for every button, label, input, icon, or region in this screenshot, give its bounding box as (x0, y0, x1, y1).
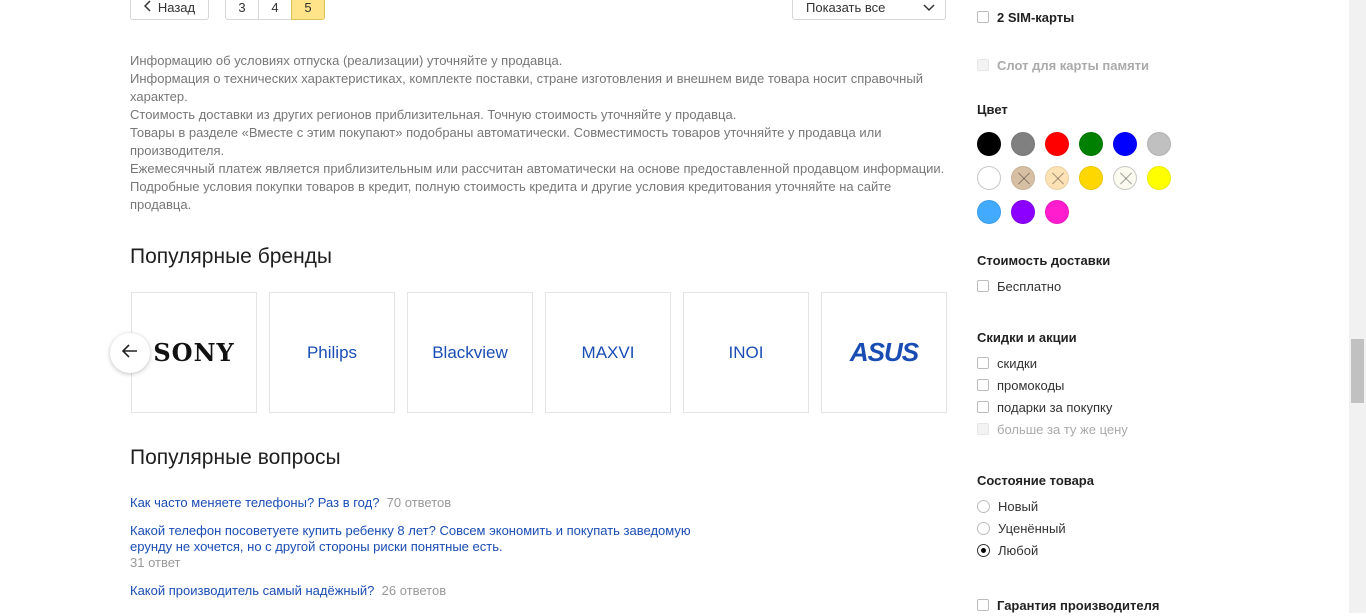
disclaimer-line: Ежемесячный платеж является приблизитель… (130, 161, 945, 176)
color-swatch[interactable] (1079, 166, 1103, 190)
questions-title: Популярные вопросы (130, 446, 341, 469)
radio[interactable] (977, 499, 990, 513)
show-all-dropdown[interactable]: Показать все (792, 0, 946, 20)
brand-card-philips[interactable]: Philips (269, 292, 395, 413)
condition-any-label: Любой (998, 542, 1039, 558)
brand-card-asus[interactable]: ASUS (821, 292, 947, 413)
chevron-left-icon (143, 0, 152, 15)
back-button-label: Назад (157, 0, 196, 15)
checkbox[interactable] (977, 401, 989, 413)
disclaimer-line: Информацию об условиях отпуска (реализац… (130, 53, 563, 68)
condition-title: Состояние товара (977, 473, 1094, 488)
disclaimer-line: Информация о технических характеристиках… (130, 71, 923, 104)
question-item: Какой производитель самый надёжный? 26 о… (130, 583, 730, 599)
question-link[interactable]: Какой телефон посоветуете купить ребенку… (130, 523, 710, 555)
brand-card-inoi[interactable]: INOI (683, 292, 809, 413)
disclaimer-line: Стоимость доставки из других регионов пр… (130, 107, 737, 122)
color-swatch[interactable] (1147, 166, 1171, 190)
brand-card-maxvi[interactable]: MAXVI (545, 292, 671, 413)
color-swatches (977, 132, 1187, 224)
filter-sim[interactable]: 2 SIM-карты (977, 6, 1074, 28)
color-swatch[interactable] (977, 132, 1001, 156)
color-swatch[interactable] (977, 200, 1001, 224)
color-swatch[interactable] (1045, 200, 1069, 224)
color-swatch[interactable] (1045, 132, 1069, 156)
checkbox (977, 423, 989, 435)
checkbox[interactable] (977, 379, 989, 391)
filter-free-delivery-label: Бесплатно (997, 278, 1062, 294)
filter-gifts-label: подарки за покупку (997, 399, 1113, 415)
color-swatch[interactable] (1011, 132, 1035, 156)
question-link[interactable]: Как часто меняете телефоны? Раз в год? (130, 495, 379, 510)
scrollbar-track[interactable] (1349, 0, 1366, 613)
page-5-button[interactable]: 5 (291, 0, 325, 20)
color-swatch[interactable] (1113, 166, 1137, 190)
color-swatch[interactable] (1079, 132, 1103, 156)
page-3-button[interactable]: 3 (225, 0, 259, 20)
filter-more-same-price: больше за ту же цену (977, 418, 1128, 440)
question-item: Какой телефон посоветуете купить ребенку… (130, 523, 710, 571)
arrow-left-icon (121, 343, 138, 363)
carousel-prev-button[interactable] (110, 333, 150, 373)
radio[interactable] (977, 521, 990, 535)
checkbox (977, 59, 989, 71)
filter-more-same-price-label: больше за ту же цену (997, 421, 1128, 437)
back-button[interactable]: Назад (130, 0, 209, 20)
condition-new[interactable]: Новый (977, 495, 1038, 517)
color-swatch[interactable] (1113, 132, 1137, 156)
filter-memory-slot: Слот для карты памяти (977, 54, 1149, 76)
brands-title: Популярные бренды (130, 245, 333, 268)
question-item: Как часто меняете телефоны? Раз в год? 7… (130, 495, 730, 511)
disclaimer-text: Информацию об условиях отпуска (реализац… (130, 52, 950, 214)
color-swatch[interactable] (1011, 200, 1035, 224)
disclaimer-line: Подробные условия покупки товаров в кред… (130, 179, 892, 212)
show-all-label: Показать все (806, 0, 886, 15)
filter-gifts[interactable]: подарки за покупку (977, 396, 1112, 418)
delivery-title: Стоимость доставки (977, 253, 1111, 268)
checkbox[interactable] (977, 280, 989, 292)
filter-warranty-label: Гарантия производителя (997, 597, 1160, 613)
condition-discounted[interactable]: Уценённый (977, 517, 1066, 539)
answer-count: 26 ответов (381, 583, 447, 598)
filter-discounts-label: скидки (997, 355, 1037, 371)
color-swatch[interactable] (1147, 132, 1171, 156)
answer-count: 70 ответов (386, 495, 452, 510)
radio-checked[interactable] (977, 543, 990, 557)
condition-discounted-label: Уценённый (998, 520, 1066, 536)
question-link[interactable]: Какой производитель самый надёжный? (130, 583, 374, 598)
answer-count: 31 ответ (130, 555, 181, 570)
condition-any[interactable]: Любой (977, 539, 1038, 561)
filter-discounts[interactable]: скидки (977, 352, 1037, 374)
scrollbar-thumb[interactable] (1351, 339, 1364, 403)
filter-promocodes-label: промокоды (997, 377, 1065, 393)
discounts-title: Скидки и акции (977, 330, 1077, 345)
disclaimer-line: Товары в разделе «Вместе с этим покупают… (130, 125, 882, 158)
color-swatch[interactable] (1011, 166, 1035, 190)
chevron-down-icon (923, 0, 935, 15)
filter-free-delivery[interactable]: Бесплатно (977, 275, 1061, 297)
brand-card-blackview[interactable]: Blackview (407, 292, 533, 413)
color-swatch[interactable] (1045, 166, 1069, 190)
checkbox[interactable] (977, 11, 989, 23)
filter-promocodes[interactable]: промокоды (977, 374, 1064, 396)
color-title: Цвет (977, 102, 1008, 117)
filter-memory-slot-label: Слот для карты памяти (997, 57, 1150, 73)
checkbox[interactable] (977, 599, 989, 611)
page-4-button[interactable]: 4 (258, 0, 292, 20)
filter-sim-label: 2 SIM-карты (997, 9, 1075, 25)
checkbox[interactable] (977, 357, 989, 369)
color-swatch[interactable] (977, 166, 1001, 190)
condition-new-label: Новый (998, 498, 1039, 514)
pagination: 3 4 5 (225, 0, 325, 20)
